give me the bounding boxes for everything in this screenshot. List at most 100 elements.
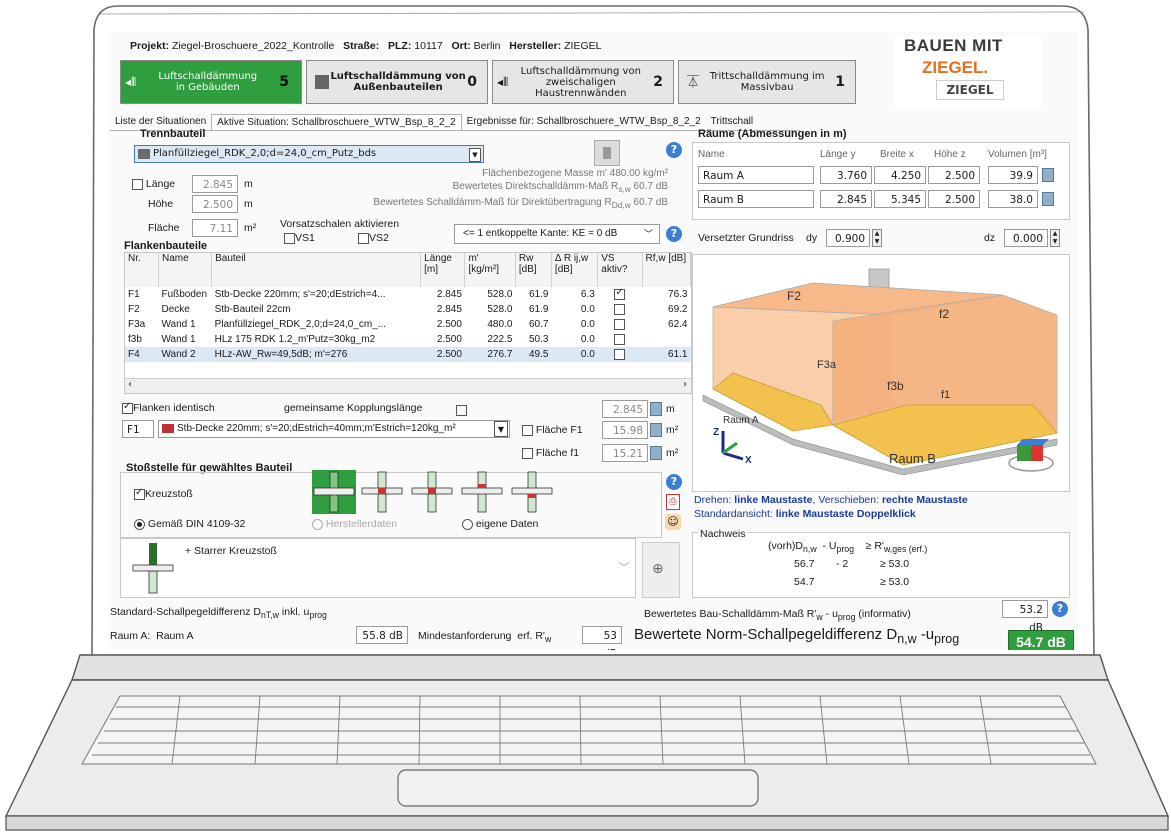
wall-edit-button[interactable]	[594, 140, 620, 166]
dy-stepper[interactable]: ▲ ▼	[872, 229, 882, 247]
raum-name-input[interactable]: Raum B	[698, 190, 814, 208]
standard-label: Standard-Schallpegeldifferenz DnT,w inkl…	[110, 606, 327, 621]
nachweis-value: 54.7	[794, 576, 815, 588]
t-joint-icon[interactable]	[411, 471, 453, 513]
flaeche-f1-option[interactable]: Fläche f1	[522, 447, 579, 459]
hersteller-radio[interactable]	[312, 518, 323, 530]
trennbauteil-select[interactable]: Planfüllziegel_RDK_2,0;d=24,0_cm_Putz_bd…	[134, 145, 484, 163]
kreuzstoss-option[interactable]: Kreuzstoß	[134, 487, 193, 500]
flaeche-F1-input[interactable]: 15.98	[602, 421, 648, 439]
help-icon[interactable]: ?	[666, 474, 682, 490]
tab-luft-aussen[interactable]: Luftschalldämmung von Außenbauteilen 0	[306, 60, 488, 104]
kopplung-input[interactable]: 2.845	[602, 400, 648, 418]
dy-input[interactable]: 0.900	[826, 229, 870, 247]
dz-stepper[interactable]: ▲ ▼	[1050, 229, 1060, 247]
laenge-input[interactable]: 2.845	[192, 175, 238, 193]
vs-checkbox[interactable]	[614, 348, 626, 360]
din-radio[interactable]	[134, 518, 145, 530]
calculator-icon[interactable]	[650, 423, 662, 437]
vs-checkbox[interactable]	[614, 287, 626, 300]
flaeche-f1-input[interactable]: 15.21	[602, 444, 648, 462]
hoehe-input[interactable]: 2.500	[192, 195, 238, 213]
subtab-ergebnisse[interactable]: Ergebnisse für: Schallbroschuere_WTW_Bsp…	[462, 114, 706, 130]
vs1-option[interactable]: VS1	[284, 232, 315, 244]
flaeche-F1-option[interactable]: Fläche F1	[522, 424, 583, 436]
col-header[interactable]: Bauteil	[211, 253, 422, 287]
subtab-aktive[interactable]: Aktive Situation: Schallbroschuere_WTW_B…	[211, 114, 462, 130]
col-header[interactable]: Name	[158, 253, 213, 287]
vs-checkbox[interactable]	[614, 303, 626, 315]
3d-view[interactable]: F2 f2 F3a f3b f1 Raum A Raum B Z X	[692, 254, 1070, 492]
dropdown-arrow-icon[interactable]: ▼	[494, 421, 508, 437]
eigene-radio[interactable]	[462, 518, 473, 530]
table-row[interactable]: f3b Wand 1 HLz 175 RDK 1.2_m'Putz=30kg_m2 2…	[125, 332, 691, 347]
raum-breite-input[interactable]: 5.345	[874, 190, 926, 208]
flanke-bauteil-select[interactable]: Stb-Decke 220mm; s'=20;dEstrich=40mm;m'E…	[158, 420, 510, 438]
col-header[interactable]: Rf,w [dB]	[642, 253, 691, 287]
vs1-checkbox[interactable]	[284, 232, 295, 244]
col-header[interactable]: Länge [m]	[420, 253, 466, 287]
vs2-checkbox[interactable]	[358, 232, 369, 244]
vs-checkbox-cell[interactable]	[598, 287, 642, 302]
zoom-button[interactable]: ⊕	[642, 542, 680, 598]
table-row[interactable]: F3a Wand 1 Planfüllziegel_RDK_2,0;d=24,0_c…	[125, 317, 691, 332]
eigene-option[interactable]: eigene Daten	[462, 518, 538, 530]
raum-volumen-value: 39.9	[988, 166, 1038, 184]
t-joint-icon[interactable]	[511, 471, 553, 513]
sub-tab-bar: Liste der Situationen Aktive Situation: …	[110, 114, 800, 131]
vs-checkbox-cell[interactable]	[598, 302, 642, 317]
t-joint-icon[interactable]	[461, 471, 503, 513]
vs-checkbox-cell[interactable]	[598, 332, 642, 347]
kreuzstoss-checkbox[interactable]	[134, 487, 145, 500]
table-row[interactable]: F2 Decke Stb-Bauteil 22cm 2.845 528.0 61.9 0.0…	[125, 302, 691, 317]
flaeche-f1-checkbox[interactable]	[522, 447, 533, 459]
koppel-select[interactable]: <= 1 entkoppelte Kante: KE = 0 dB ﹀	[454, 224, 660, 244]
help-icon[interactable]: ?	[1052, 601, 1068, 617]
scroll-left-icon[interactable]: ‹	[128, 379, 132, 390]
tab-trittschall[interactable]: ⏄ Trittschalldämmung im Massivbau 1	[678, 60, 856, 104]
help-icon[interactable]: ?	[666, 226, 682, 242]
identisch-option[interactable]: Flanken identisch	[122, 401, 215, 414]
calculator-icon[interactable]	[650, 402, 662, 416]
calculator-icon[interactable]	[1042, 192, 1054, 206]
pdf-icon[interactable]: ⎙	[666, 494, 680, 510]
t-joint-icon[interactable]	[361, 471, 403, 513]
hersteller-label: Hersteller:	[509, 40, 562, 52]
flaeche-F1-checkbox[interactable]	[522, 424, 533, 436]
table-row[interactable]: F1 Fußboden Stb-Decke 220mm; s'=20;dEstric…	[125, 287, 691, 302]
identisch-checkbox[interactable]	[122, 401, 133, 414]
tab-luft-gebaeude[interactable]: ◂⦀ Luftschalldämmung in Gebäuden 5	[120, 60, 302, 104]
col-header[interactable]: VS aktiv?	[597, 253, 643, 287]
calculator-icon[interactable]	[650, 446, 662, 460]
col-header[interactable]: Nr.	[125, 253, 159, 287]
user-icon[interactable]: ☺	[665, 514, 681, 530]
kopplung-checkbox[interactable]	[456, 404, 467, 416]
raum-hoehe-input[interactable]: 2.500	[928, 190, 980, 208]
col-header[interactable]: Rw [dB]	[515, 253, 552, 287]
vs-checkbox[interactable]	[614, 318, 626, 330]
vs-checkbox-cell[interactable]	[598, 347, 642, 362]
vs-checkbox[interactable]	[614, 333, 626, 345]
vs2-option[interactable]: VS2	[358, 232, 389, 244]
raum-laenge-input[interactable]: 3.760	[820, 166, 872, 184]
din-option[interactable]: Gemäß DIN 4109-32	[134, 518, 245, 530]
vs-checkbox-cell[interactable]	[598, 317, 642, 332]
raum-name-input[interactable]: Raum A	[698, 166, 814, 184]
help-icon[interactable]: ?	[666, 142, 682, 158]
hersteller-option[interactable]: Herstellerdaten	[312, 518, 397, 530]
horizontal-scrollbar[interactable]: ‹ ›	[125, 378, 691, 393]
dz-input[interactable]: 0.000	[1004, 229, 1048, 247]
col-header[interactable]: Δ R ij,w [dB]	[551, 253, 599, 287]
calculator-icon[interactable]	[1042, 168, 1054, 182]
flanke-nr-input[interactable]: F1	[122, 420, 154, 438]
table-row[interactable]: F4 Wand 2 HLz-AW_Rw=49,5dB; m'=276 2.500 276…	[125, 347, 691, 362]
raum-breite-input[interactable]: 4.250	[874, 166, 926, 184]
raum-laenge-input[interactable]: 2.845	[820, 190, 872, 208]
chevron-down-icon[interactable]: ﹀	[619, 559, 629, 574]
col-header[interactable]: m' [kg/m²]	[464, 253, 516, 287]
raum-hoehe-input[interactable]: 2.500	[928, 166, 980, 184]
scroll-right-icon[interactable]: ›	[683, 379, 687, 390]
laenge-checkbox[interactable]	[132, 178, 143, 190]
tab-luft-zweischalig[interactable]: ◂⦀ Luftschalldämmung von zweischaligen H…	[492, 60, 674, 104]
dropdown-arrow-icon: ▼	[469, 148, 481, 162]
